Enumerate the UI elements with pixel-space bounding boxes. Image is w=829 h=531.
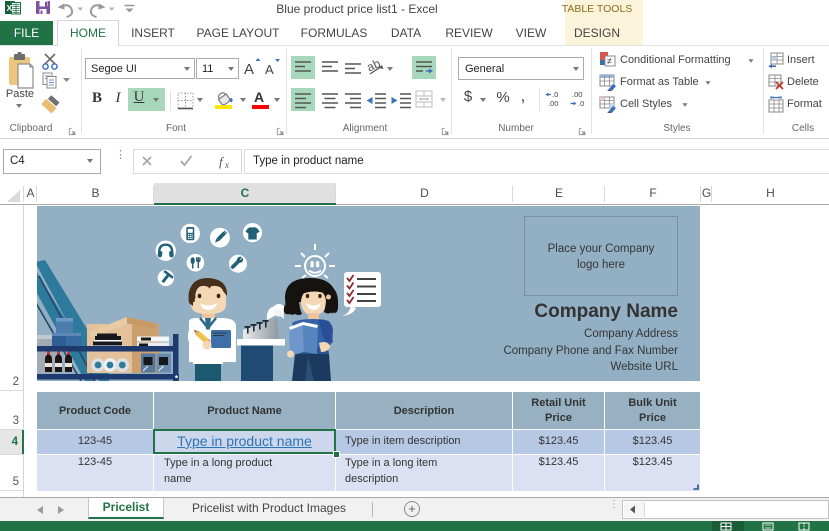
svg-text:.0: .0 <box>552 90 558 99</box>
svg-text:.00: .00 <box>572 90 582 99</box>
svg-text:x: x <box>224 160 229 170</box>
svg-text:A: A <box>244 61 254 78</box>
svg-text:≠: ≠ <box>607 56 612 66</box>
svg-text:A: A <box>265 62 274 77</box>
svg-text:.00: .00 <box>548 99 558 108</box>
svg-text:X: X <box>7 3 13 13</box>
svg-text:.0: .0 <box>578 99 584 108</box>
